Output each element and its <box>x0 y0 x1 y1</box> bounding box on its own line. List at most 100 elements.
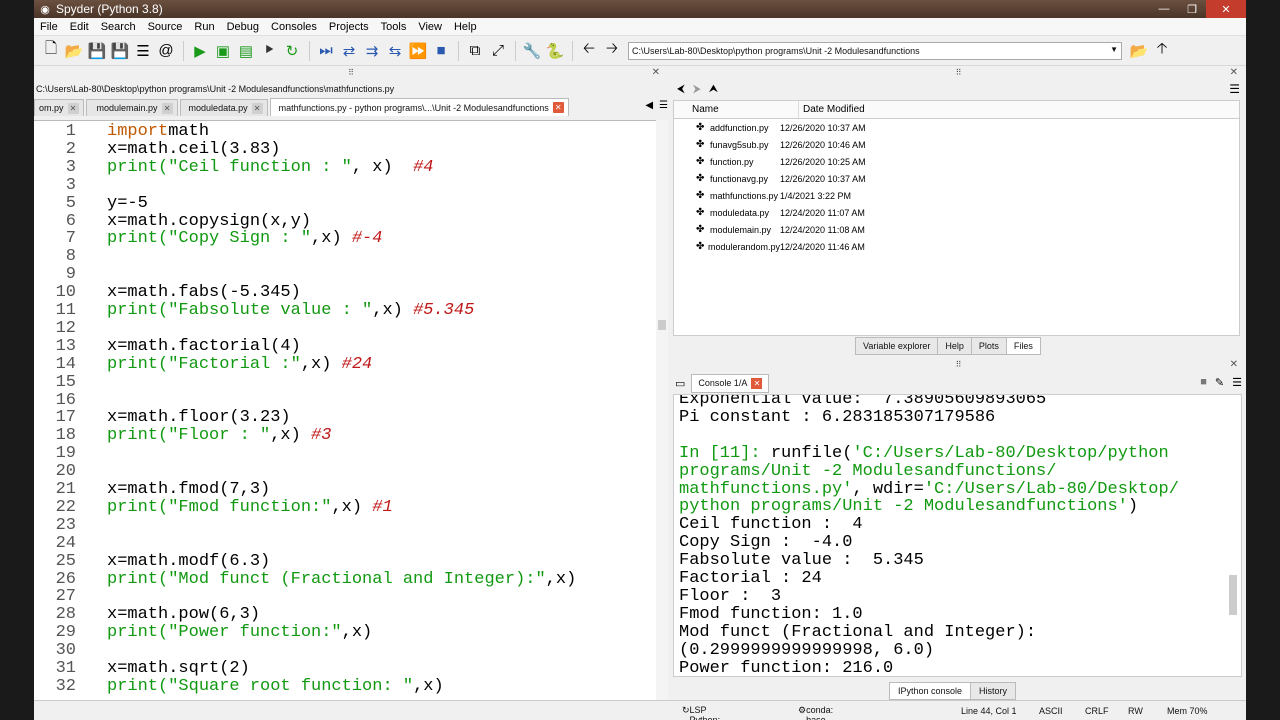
tab-moduledata[interactable]: moduledata.py ✕ <box>179 99 268 116</box>
tab-mathfunctions[interactable]: mathfunctions.py - python programs\...\U… <box>269 98 569 116</box>
tab-files[interactable]: Files <box>1005 337 1041 355</box>
code-text: x=math.floor(3.23) <box>107 408 291 428</box>
menu-search[interactable]: Search <box>95 21 142 33</box>
close-tab-icon[interactable]: ✕ <box>251 102 263 114</box>
up-icon[interactable]: ⮝ <box>709 83 718 96</box>
tab-variable-explorer[interactable]: Variable explorer <box>855 337 939 355</box>
stop-console-icon[interactable]: ■ <box>1200 376 1207 389</box>
tab-scroll-left-icon[interactable]: ◀ <box>645 100 653 111</box>
console-dock-grip: ⠿ ✕ <box>955 359 1238 370</box>
editor-pane: ⠿ ✕ C:\Users\Lab-80\Desktop\python progra… <box>34 67 668 700</box>
run-cell-icon[interactable]: ▣ <box>212 40 234 62</box>
tab-modulerandom[interactable]: om.py ✕ <box>34 99 84 116</box>
new-file-icon[interactable]: 🗋 <box>40 40 62 62</box>
line-number: 15 <box>55 372 76 392</box>
file-row[interactable]: ✤ modulemain.py 12/24/2020 11:08 AM <box>674 221 1239 238</box>
tab-help[interactable]: Help <box>937 337 972 355</box>
console-window-icon[interactable]: ▭ <box>675 377 685 390</box>
fullscreen-icon[interactable]: ⤢ <box>487 40 509 62</box>
options-menu-icon[interactable]: ☰ <box>1232 376 1242 389</box>
menu-tools[interactable]: Tools <box>375 21 413 33</box>
step-into-icon[interactable]: ⇉ <box>361 40 383 62</box>
save-all-icon[interactable]: 💾 <box>109 40 131 62</box>
preferences-icon[interactable]: 🔧 <box>521 40 543 62</box>
continue-icon[interactable]: ⏩ <box>407 40 429 62</box>
file-name: ✤ functionavg.py <box>674 173 780 184</box>
menu-source[interactable]: Source <box>142 21 189 33</box>
column-name[interactable]: Name <box>674 101 798 118</box>
tab-plots[interactable]: Plots <box>970 337 1007 355</box>
eraser-icon[interactable]: ✎ <box>1215 376 1224 389</box>
maximize-pane-icon[interactable]: ⧉ <box>464 40 486 62</box>
menu-run[interactable]: Run <box>188 21 220 33</box>
browse-folder-icon[interactable]: 📂 <box>1128 40 1150 62</box>
close-tab-icon[interactable]: ✕ <box>751 377 763 389</box>
tab-console[interactable]: Console 1/A ✕ <box>691 373 770 393</box>
menu-debug[interactable]: Debug <box>221 21 265 33</box>
code-text: print("Mod funct (Fractional and Integer… <box>107 569 577 589</box>
chevron-down-icon[interactable]: ▼ <box>1110 45 1118 54</box>
python-path-icon[interactable]: 🐍 <box>544 40 566 62</box>
working-directory-input[interactable]: C:\Users\Lab-80\Desktop\python programs\… <box>628 41 1122 60</box>
file-name-text: modulemain.py <box>710 224 772 235</box>
file-row[interactable]: ✤ addfunction.py 12/26/2020 10:37 AM <box>674 119 1239 136</box>
file-row[interactable]: ✤ functionavg.py 12/26/2020 10:37 AM <box>674 170 1239 187</box>
save-icon[interactable]: 💾 <box>86 40 108 62</box>
column-date-modified[interactable]: Date Modified <box>798 101 865 118</box>
run-icon[interactable]: ▶ <box>189 40 211 62</box>
forward-arrow-icon[interactable]: 🡢 <box>601 40 623 62</box>
console-line: Factorial : 24 <box>679 569 822 588</box>
forward-icon[interactable]: ⮞ <box>693 83 701 96</box>
debug-icon[interactable]: ⏭ <box>315 40 337 62</box>
file-row[interactable]: ✤ modulerandom.py 12/24/2020 11:46 AM <box>674 238 1239 255</box>
options-menu-icon[interactable]: ☰ <box>1229 82 1240 96</box>
file-row[interactable]: ✤ mathfunctions.py 1/4/2021 3:22 PM <box>674 187 1239 204</box>
step-icon[interactable]: ⇄ <box>338 40 360 62</box>
stop-icon[interactable]: ■ <box>430 40 452 62</box>
tab-menu-icon[interactable]: ☰ <box>659 100 668 111</box>
editor-file-path: C:\Users\Lab-80\Desktop\python programs\… <box>36 84 395 94</box>
file-row[interactable]: ✤ funavg5sub.py 12/26/2020 10:46 AM <box>674 136 1239 153</box>
code-editor[interactable]: 1 importmath 2 x=math.ceil(3.83) 3 print("Cei… <box>34 120 656 700</box>
menu-view[interactable]: View <box>412 21 448 33</box>
menu-projects[interactable]: Projects <box>323 21 375 33</box>
ipython-console[interactable]: Exponential value: 7.38905609893065 Pi co… <box>673 394 1242 677</box>
console-line: Floor : 3 <box>679 586 782 606</box>
line-number: 10 <box>55 283 76 303</box>
python-file-icon: ✤ <box>696 224 705 235</box>
step-return-icon[interactable]: ⇆ <box>384 40 406 62</box>
close-tab-icon[interactable]: ✕ <box>161 102 173 114</box>
at-icon[interactable]: @ <box>155 40 177 62</box>
close-tab-icon[interactable]: ✕ <box>552 102 564 113</box>
tab-modulemain[interactable]: modulemain.py ✕ <box>85 99 178 116</box>
close-tab-icon[interactable]: ✕ <box>67 102 79 114</box>
console-line: Fabsolute value : 5.345 <box>679 551 924 571</box>
read-write: RW <box>1128 705 1143 716</box>
menu-consoles[interactable]: Consoles <box>265 21 323 33</box>
maximize-button[interactable]: ❐ <box>1178 0 1206 18</box>
close-pane-icon[interactable]: ✕ <box>1230 67 1238 78</box>
tab-ipython-console[interactable]: IPython console <box>889 682 972 700</box>
open-folder-icon[interactable]: 📂 <box>63 40 85 62</box>
close-window-button[interactable]: ✕ <box>1206 0 1246 18</box>
status-bar: ↻ LSP Python: ready ⚙ conda: base (Pytho… <box>34 700 1246 720</box>
minimize-button[interactable]: — <box>1150 0 1178 18</box>
menu-edit[interactable]: Edit <box>64 21 95 33</box>
list-icon[interactable]: ☰ <box>132 40 154 62</box>
run-selection-icon[interactable]: ⯈ <box>258 40 280 62</box>
close-pane-icon[interactable]: ✕ <box>652 67 660 78</box>
menu-help[interactable]: Help <box>448 21 483 33</box>
conda-status: ⚙ conda: base (Python 3.8.5) <box>798 705 833 720</box>
editor-scrollbar[interactable] <box>656 120 668 700</box>
tab-history[interactable]: History <box>970 682 1017 700</box>
menu-file[interactable]: File <box>34 21 64 33</box>
rerun-icon[interactable]: ↻ <box>281 40 303 62</box>
parent-directory-icon[interactable]: 🡡 <box>1151 40 1173 62</box>
run-cell-advance-icon[interactable]: ▤ <box>235 40 257 62</box>
console-scrollbar[interactable] <box>1229 575 1237 615</box>
file-row[interactable]: ✤ function.py 12/26/2020 10:25 AM <box>674 153 1239 170</box>
file-row[interactable]: ✤ moduledata.py 12/24/2020 11:07 AM <box>674 204 1239 221</box>
back-icon[interactable]: ⮜ <box>677 83 685 96</box>
back-arrow-icon[interactable]: 🡠 <box>578 40 600 62</box>
close-pane-icon[interactable]: ✕ <box>1230 359 1238 370</box>
